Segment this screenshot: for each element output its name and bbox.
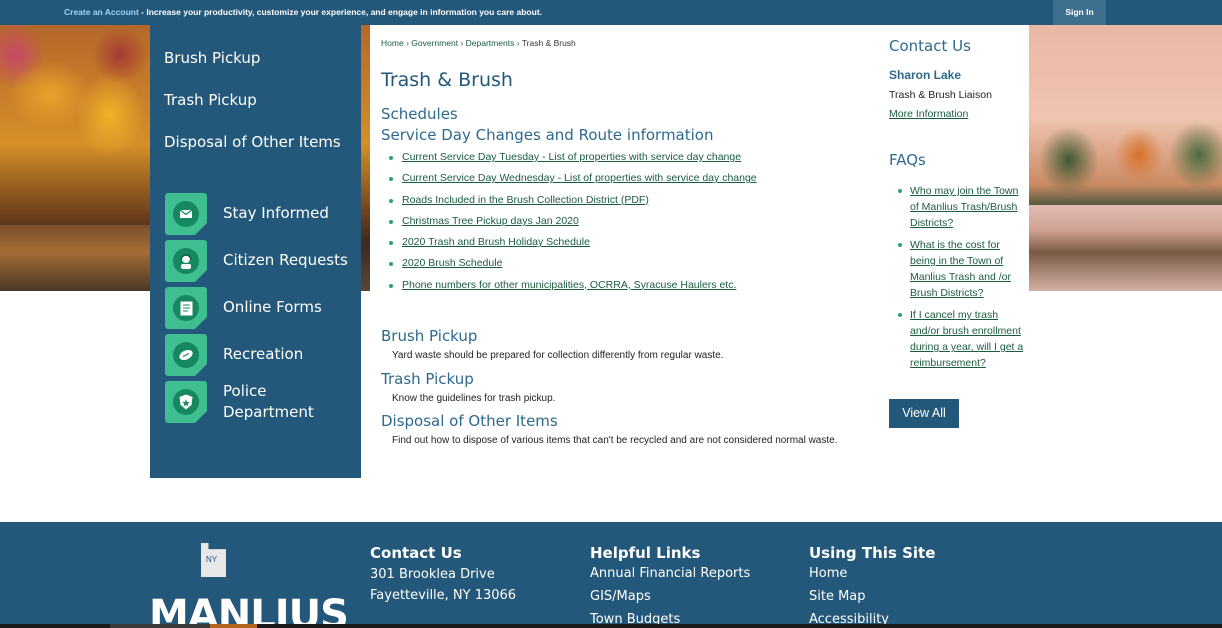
- quicklink-label: Citizen Requests: [223, 251, 348, 269]
- list-item: 2020 Trash and Brush Holiday Schedule: [386, 236, 757, 257]
- sidebar-item-trash-pickup[interactable]: Trash Pickup: [164, 91, 257, 109]
- faq-link[interactable]: Who may join the Town of Manlius Trash/B…: [910, 185, 1018, 229]
- list-item: What is the cost for being in the Town o…: [896, 237, 1026, 301]
- schedule-link[interactable]: Phone numbers for other municipalities, …: [402, 279, 736, 291]
- list-item: Current Service Day Wednesday - List of …: [386, 172, 757, 193]
- form-icon: [165, 287, 207, 329]
- disposal-text: Find out how to dispose of various items…: [392, 435, 838, 446]
- footer-link-home[interactable]: Home: [809, 566, 847, 581]
- footer-link-financial[interactable]: Annual Financial Reports: [590, 566, 750, 581]
- envelope-icon: [165, 193, 207, 235]
- quicklink-label: Stay Informed: [223, 204, 329, 222]
- contact-name: Sharon Lake: [889, 68, 962, 82]
- more-information-link[interactable]: More Information: [889, 108, 968, 120]
- quicklink-citizen-requests[interactable]: Citizen Requests: [165, 240, 355, 284]
- footer-link-sitemap[interactable]: Site Map: [809, 589, 866, 604]
- ny-state-icon: NY: [201, 543, 226, 577]
- breadcrumb-separator: ›: [516, 38, 520, 48]
- quicklink-label: Police Department: [223, 382, 314, 421]
- police-badge-icon: [165, 381, 207, 423]
- list-item: Phone numbers for other municipalities, …: [386, 279, 757, 300]
- quicklink-label: Online Forms: [223, 298, 322, 316]
- list-item: Current Service Day Tuesday - List of pr…: [386, 151, 757, 172]
- schedules-heading: Schedules: [381, 105, 458, 123]
- footer: NY MANLIUS Contact Us 301 Brooklea Drive…: [0, 522, 1222, 628]
- schedule-link[interactable]: 2020 Brush Schedule: [402, 257, 502, 269]
- schedule-links-list: Current Service Day Tuesday - List of pr…: [386, 151, 757, 300]
- taskbar-strip: [0, 624, 1222, 628]
- breadcrumb-current: Trash & Brush: [521, 38, 576, 48]
- brush-pickup-text: Yard waste should be prepared for collec…: [392, 350, 724, 361]
- sidebar-item-disposal[interactable]: Disposal of Other Items: [164, 133, 341, 151]
- state-label: NY: [206, 555, 218, 564]
- breadcrumb-departments[interactable]: Departments: [466, 38, 515, 48]
- headset-icon: [165, 240, 207, 282]
- breadcrumb-separator: ›: [460, 38, 464, 48]
- manlius-logo[interactable]: MANLIUS: [149, 592, 349, 628]
- account-message: Create an Account - Increase your produc…: [64, 7, 542, 17]
- faq-link[interactable]: If I cancel my trash and/or brush enroll…: [910, 309, 1023, 369]
- footer-address-line2: Fayetteville, NY 13066: [370, 588, 517, 603]
- footer-link-gis[interactable]: GIS/Maps: [590, 589, 651, 604]
- page-title: Trash & Brush: [381, 69, 513, 91]
- schedule-link[interactable]: Christmas Tree Pickup days Jan 2020: [402, 215, 579, 227]
- schedule-link[interactable]: Current Service Day Wednesday - List of …: [402, 172, 757, 184]
- sign-in-button[interactable]: Sign In: [1053, 0, 1106, 25]
- footer-contact-heading: Contact Us: [370, 544, 462, 562]
- breadcrumb-government[interactable]: Government: [411, 38, 458, 48]
- route-heading: Service Day Changes and Route informatio…: [381, 126, 714, 144]
- trash-pickup-text: Know the guidelines for trash pickup.: [392, 393, 556, 404]
- quicklink-recreation[interactable]: Recreation: [165, 334, 355, 378]
- breadcrumb-separator: ›: [406, 38, 409, 48]
- sidebar-item-brush-pickup[interactable]: Brush Pickup: [164, 49, 260, 67]
- faq-link[interactable]: What is the cost for being in the Town o…: [910, 239, 1011, 299]
- footer-address-line1: 301 Brooklea Drive: [370, 567, 495, 582]
- footer-using-heading: Using This Site: [809, 544, 936, 562]
- faqs-list: Who may join the Town of Manlius Trash/B…: [896, 183, 1026, 377]
- account-message-text: - Increase your productivity, customize …: [138, 7, 543, 17]
- banner-image-right: [1029, 25, 1222, 291]
- schedule-link[interactable]: 2020 Trash and Brush Holiday Schedule: [402, 236, 590, 248]
- faqs-title: FAQs: [889, 151, 926, 169]
- breadcrumb-home[interactable]: Home: [381, 38, 404, 48]
- football-icon: [165, 334, 207, 376]
- footer-helpful-heading: Helpful Links: [590, 544, 701, 562]
- brush-pickup-heading[interactable]: Brush Pickup: [381, 327, 477, 345]
- contact-title: Contact Us: [889, 37, 971, 55]
- contact-role: Trash & Brush Liaison: [889, 89, 992, 101]
- trash-pickup-heading[interactable]: Trash Pickup: [381, 370, 474, 388]
- quicklink-stay-informed[interactable]: Stay Informed: [165, 193, 355, 237]
- schedule-link[interactable]: Roads Included in the Brush Collection D…: [402, 194, 649, 206]
- breadcrumb: Home › Government › Departments › Trash …: [381, 38, 576, 48]
- list-item: 2020 Brush Schedule: [386, 257, 757, 278]
- quicklink-police[interactable]: Police Department: [165, 381, 355, 425]
- schedule-link[interactable]: Current Service Day Tuesday - List of pr…: [402, 151, 741, 163]
- quicklink-online-forms[interactable]: Online Forms: [165, 287, 355, 331]
- quicklink-label: Recreation: [223, 345, 304, 363]
- list-item: If I cancel my trash and/or brush enroll…: [896, 307, 1026, 371]
- list-item: Who may join the Town of Manlius Trash/B…: [896, 183, 1026, 231]
- list-item: Roads Included in the Brush Collection D…: [386, 194, 757, 215]
- top-account-bar: Create an Account - Increase your produc…: [0, 0, 1222, 25]
- view-all-button[interactable]: View All: [889, 399, 959, 428]
- sidebar: Brush Pickup Trash Pickup Disposal of Ot…: [150, 25, 361, 478]
- disposal-heading[interactable]: Disposal of Other Items: [381, 412, 558, 430]
- create-account-link[interactable]: Create an Account: [64, 7, 139, 17]
- list-item: Christmas Tree Pickup days Jan 2020: [386, 215, 757, 236]
